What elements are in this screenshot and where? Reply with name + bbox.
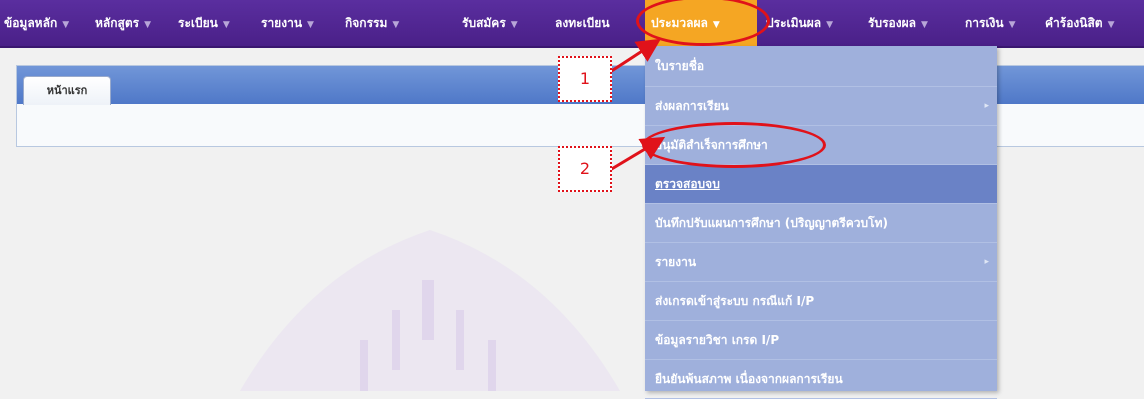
annotation-callout-2: 2	[558, 146, 612, 192]
annotation-callout-1: 1	[558, 56, 612, 102]
